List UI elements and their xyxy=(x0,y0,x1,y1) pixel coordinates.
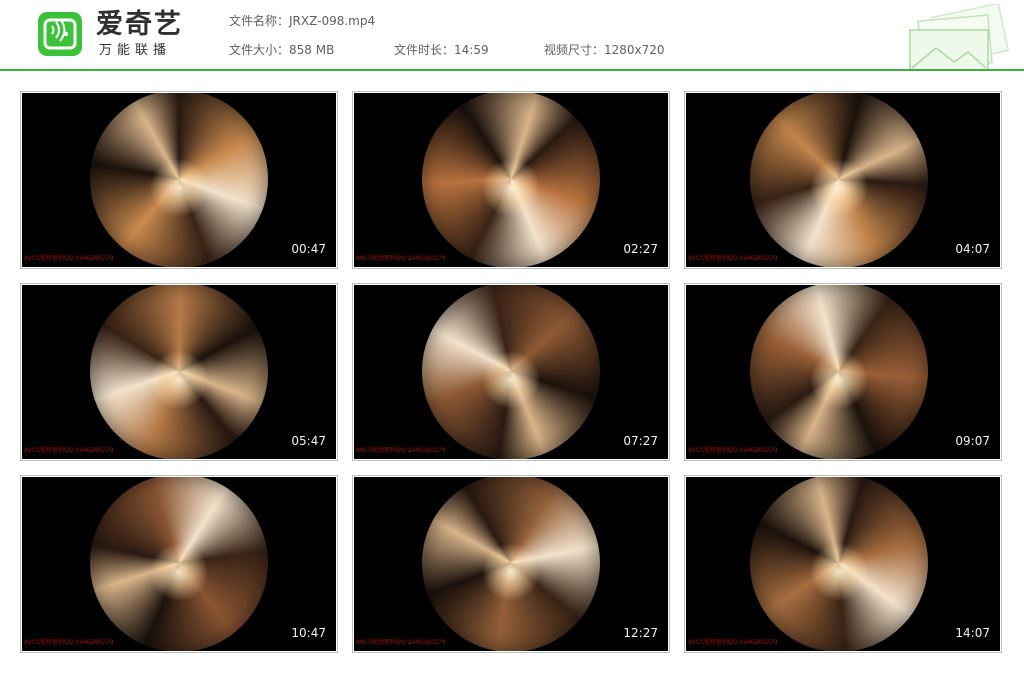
thumbnail[interactable]: AVCS视频室制QQ:1946280279 05:47 xyxy=(20,283,338,461)
fisheye-frame-image xyxy=(90,477,268,651)
file-duration-info: 文件时长：14:59 xyxy=(394,43,489,57)
fisheye-frame-image xyxy=(90,285,268,459)
file-resolution-info: 视频尺寸：1280x720 xyxy=(544,43,665,57)
thumbnail-frame: AVCS视频室制QQ:1946280279 09:07 xyxy=(686,285,1000,459)
watermark-text: AVCS视频室制QQ:1946280279 xyxy=(356,639,446,646)
file-size-label: 文件大小： xyxy=(229,43,290,57)
thumbnail-frame: AVCS视频室制QQ:1946280279 10:47 xyxy=(22,477,336,651)
thumbnail[interactable]: AVCS视频室制QQ:1946280279 00:47 xyxy=(20,91,338,269)
file-resolution-value: 1280x720 xyxy=(604,43,665,57)
thumbnail-timestamp: 10:47 xyxy=(291,626,326,640)
file-name-info: 文件名称：JRXZ-098.mp4 xyxy=(229,14,375,28)
thumbnail-frame: AVCS视频室制QQ:1946280279 12:27 xyxy=(354,477,668,651)
thumbnail-timestamp: 14:07 xyxy=(955,626,990,640)
header-divider xyxy=(0,69,1024,71)
file-resolution-label: 视频尺寸： xyxy=(544,43,605,57)
thumbnail[interactable]: AVCS视频室制QQ:1946280279 02:27 xyxy=(352,91,670,269)
thumbnail[interactable]: AVCS视频室制QQ:1946280279 14:07 xyxy=(684,475,1002,653)
watermark-text: AVCS视频室制QQ:1946280279 xyxy=(356,255,446,262)
watermark-text: AVCS视频室制QQ:1946280279 xyxy=(688,639,778,646)
thumbnail-timestamp: 12:27 xyxy=(623,626,658,640)
brand-name: 爱奇艺 xyxy=(96,9,183,40)
file-duration-label: 文件时长： xyxy=(394,43,455,57)
file-size-value: 858 MB xyxy=(289,43,335,57)
thumbnail[interactable]: AVCS视频室制QQ:1946280279 10:47 xyxy=(20,475,338,653)
file-name-value: JRXZ-098.mp4 xyxy=(289,14,376,28)
watermark-text: AVCS视频室制QQ:1946280279 xyxy=(24,447,114,454)
fisheye-frame-image xyxy=(422,477,600,651)
brand-slogan: 万能联播 xyxy=(99,43,172,58)
iqiyi-logo-icon xyxy=(38,12,82,56)
thumbnail-frame: AVCS视频室制QQ:1946280279 04:07 xyxy=(686,93,1000,267)
thumbnail-frame: AVCS视频室制QQ:1946280279 02:27 xyxy=(354,93,668,267)
thumbnail[interactable]: AVCS视频室制QQ:1946280279 09:07 xyxy=(684,283,1002,461)
fisheye-frame-image xyxy=(750,477,928,651)
watermark-text: AVCS视频室制QQ:1946280279 xyxy=(688,255,778,262)
file-duration-value: 14:59 xyxy=(454,43,489,57)
thumbnail-timestamp: 05:47 xyxy=(291,434,326,448)
thumbnail-frame: AVCS视频室制QQ:1946280279 00:47 xyxy=(22,93,336,267)
file-name-label: 文件名称： xyxy=(229,14,290,28)
thumbnail[interactable]: AVCS视频室制QQ:1946280279 07:27 xyxy=(352,283,670,461)
file-size-info: 文件大小：858 MB xyxy=(229,43,334,57)
thumbnail-timestamp: 02:27 xyxy=(623,242,658,256)
watermark-text: AVCS视频室制QQ:1946280279 xyxy=(356,447,446,454)
thumbnail-frame: AVCS视频室制QQ:1946280279 07:27 xyxy=(354,285,668,459)
watermark-text: AVCS视频室制QQ:1946280279 xyxy=(24,255,114,262)
thumbnail-timestamp: 04:07 xyxy=(955,242,990,256)
thumbnail-frame: AVCS视频室制QQ:1946280279 05:47 xyxy=(22,285,336,459)
header: 爱奇艺 万能联播 文件名称：JRXZ-098.mp4 文件大小：858 MB 文… xyxy=(0,0,1024,71)
fisheye-frame-image xyxy=(422,93,600,267)
fisheye-frame-image xyxy=(90,93,268,267)
thumbnail[interactable]: AVCS视频室制QQ:1946280279 12:27 xyxy=(352,475,670,653)
thumbnail-timestamp: 07:27 xyxy=(623,434,658,448)
thumbnail[interactable]: AVCS视频室制QQ:1946280279 04:07 xyxy=(684,91,1002,269)
fisheye-frame-image xyxy=(750,285,928,459)
thumbnail-timestamp: 09:07 xyxy=(955,434,990,448)
thumbnail-timestamp: 00:47 xyxy=(291,242,326,256)
watermark-text: AVCS视频室制QQ:1946280279 xyxy=(24,639,114,646)
fisheye-frame-image xyxy=(750,93,928,267)
thumbnail-frame: AVCS视频室制QQ:1946280279 14:07 xyxy=(686,477,1000,651)
fisheye-frame-image xyxy=(422,285,600,459)
picture-frames-icon xyxy=(909,4,1010,70)
watermark-text: AVCS视频室制QQ:1946280279 xyxy=(688,447,778,454)
